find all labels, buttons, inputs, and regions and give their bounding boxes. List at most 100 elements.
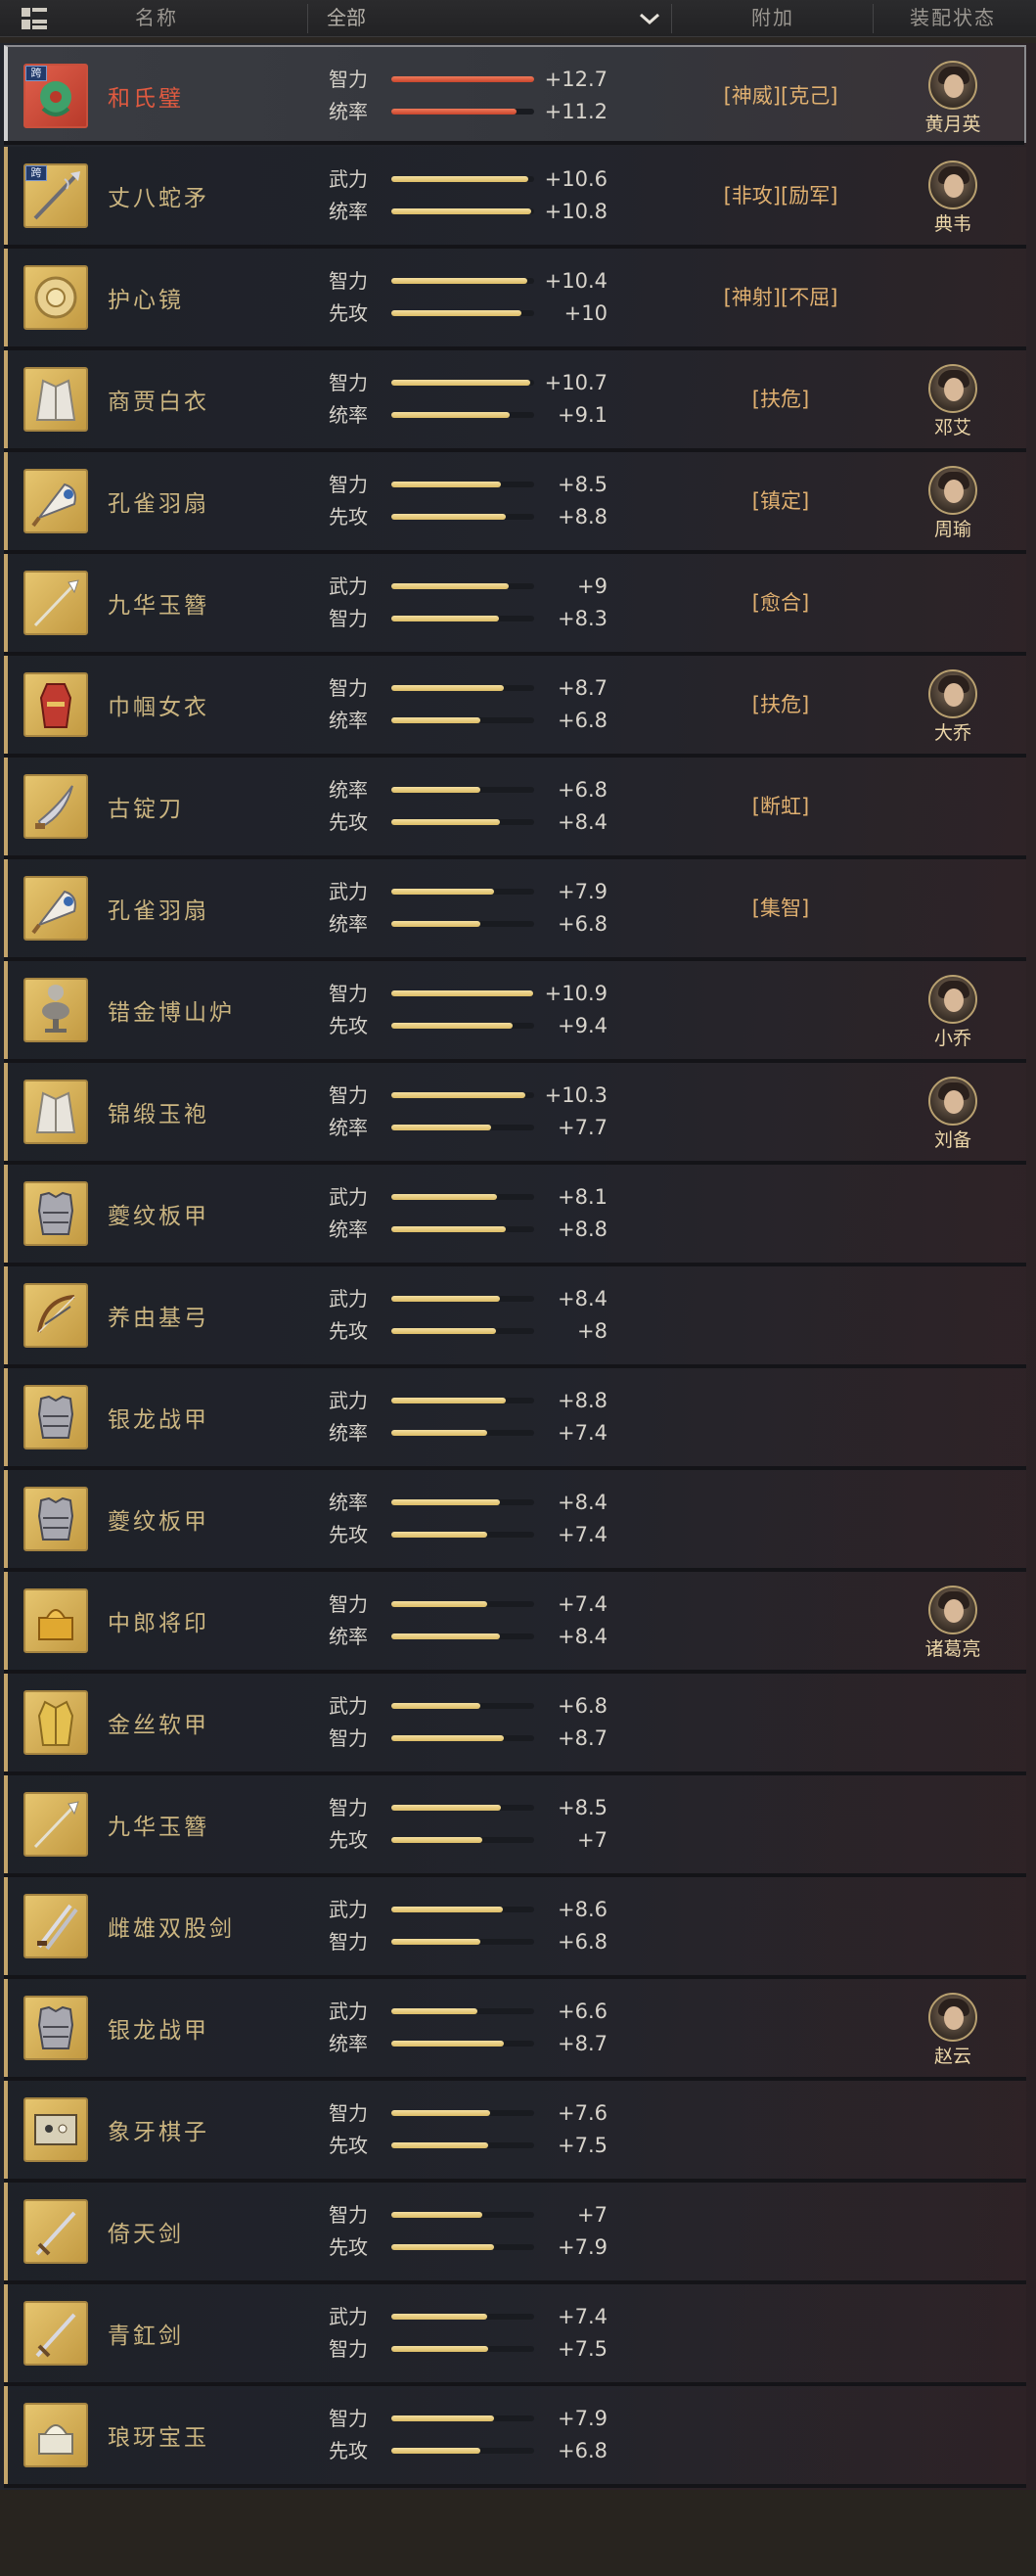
equipment-row[interactable]: 青釭剑 武力 +7.4 智力 +7.5 xyxy=(4,2284,1026,2386)
stat-bar xyxy=(391,1226,534,1232)
equipment-row[interactable]: 九华玉簪 武力 +9 智力 +8.3 [愈合] xyxy=(4,554,1026,656)
equipment-row[interactable]: 银龙战甲 武力 +6.6 统率 +8.7 赵云 xyxy=(4,1979,1026,2081)
hero-avatar[interactable] xyxy=(928,1993,977,2042)
column-header-extra[interactable]: 附加 xyxy=(675,0,871,37)
stat-line: 统率 +7.4 xyxy=(329,1418,608,1448)
stat-label: 智力 xyxy=(329,982,368,1005)
stat-bar-fill xyxy=(391,1092,525,1098)
stat-line: 先攻 +8.8 xyxy=(329,502,608,531)
hero-avatar[interactable] xyxy=(928,669,977,718)
equipment-row[interactable]: 银龙战甲 武力 +8.8 统率 +7.4 xyxy=(4,1368,1026,1470)
armor-icon xyxy=(37,1395,74,1439)
column-header-status[interactable]: 装配状态 xyxy=(875,0,1031,37)
hero-avatar[interactable] xyxy=(928,975,977,1024)
equipment-row[interactable]: 跨和氏璧 智力 +12.7 统率 +11.2 [神威][克己] 黄月英 xyxy=(4,45,1026,145)
hero-avatar[interactable] xyxy=(928,466,977,515)
stat-line: 智力 +8.7 xyxy=(329,1724,608,1753)
equipment-row[interactable]: 孔雀羽扇 武力 +7.9 统率 +6.8 [集智] xyxy=(4,859,1026,961)
layout-toggle-icon[interactable] xyxy=(20,5,49,32)
equipment-row[interactable]: 九华玉簪 智力 +8.5 先攻 +7 xyxy=(4,1775,1026,1877)
item-name: 雌雄双股剑 xyxy=(108,1916,235,1942)
stat-label: 统率 xyxy=(329,1421,368,1445)
hero-avatar[interactable] xyxy=(928,1077,977,1126)
extra-skills[interactable]: [神射][不屈] xyxy=(683,249,878,346)
stat-bar xyxy=(391,176,534,182)
stat-value: +10.7 xyxy=(544,371,608,394)
equipment-row[interactable]: 养由基弓 武力 +8.4 先攻 +8 xyxy=(4,1266,1026,1368)
stat-value: +7.9 xyxy=(558,880,608,903)
equipment-row[interactable]: 象牙棋子 智力 +7.6 先攻 +7.5 xyxy=(4,2081,1026,2183)
stat-line: 统率 +6.8 xyxy=(329,706,608,735)
equipment-row[interactable]: 跨丈八蛇矛 武力 +10.6 统率 +10.8 [非攻][励军] 典韦 xyxy=(4,147,1026,249)
stat-bar xyxy=(391,685,534,691)
equipment-row[interactable]: 中郎将印 智力 +7.4 统率 +8.4 诸葛亮 xyxy=(4,1572,1026,1674)
extra-skills[interactable]: [镇定] xyxy=(683,452,878,550)
equipment-row[interactable]: 孔雀羽扇 智力 +8.5 先攻 +8.8 [镇定] 周瑜 xyxy=(4,452,1026,554)
extra-skills[interactable]: [断虹] xyxy=(683,758,878,855)
stat-label: 智力 xyxy=(329,269,368,293)
robe-icon xyxy=(35,1091,76,1133)
hero-avatar[interactable] xyxy=(928,1586,977,1634)
stat-label: 武力 xyxy=(329,2305,368,2328)
stat-bar-fill xyxy=(391,787,480,793)
equipment-row[interactable]: 琅玡宝玉 智力 +7.9 先攻 +6.8 xyxy=(4,2386,1026,2488)
equipped-hero-name: 诸葛亮 xyxy=(924,1638,981,1660)
item-name: 银龙战甲 xyxy=(108,2018,209,2044)
equipment-row[interactable]: 倚天剑 智力 +7 先攻 +7.9 xyxy=(4,2183,1026,2284)
item-icon xyxy=(23,1894,88,1958)
stat-bar-fill xyxy=(391,1296,500,1302)
item-name: 护心镜 xyxy=(108,288,184,313)
stat-value: +7.5 xyxy=(558,2134,608,2157)
stat-bar-fill xyxy=(391,1633,500,1639)
stat-value: +8.4 xyxy=(558,1287,608,1311)
hero-avatar[interactable] xyxy=(928,364,977,413)
equipment-row[interactable]: 锦缎玉袍 智力 +10.3 统率 +7.7 刘备 xyxy=(4,1063,1026,1165)
extra-skills[interactable]: [非攻][励军] xyxy=(683,147,878,245)
equipment-row[interactable]: 巾帼女衣 智力 +8.7 统率 +6.8 [扶危] 大乔 xyxy=(4,656,1026,758)
extra-skills[interactable]: [扶危] xyxy=(683,656,878,754)
stat-label: 先攻 xyxy=(329,505,368,529)
extra-skills[interactable]: [扶危] xyxy=(683,350,878,448)
censer-icon xyxy=(42,985,69,1033)
equipment-row[interactable]: 夔纹板甲 统率 +8.4 先攻 +7.4 xyxy=(4,1470,1026,1572)
stat-bar xyxy=(391,1601,534,1607)
equipment-row[interactable]: 古锭刀 统率 +6.8 先攻 +8.4 [断虹] xyxy=(4,758,1026,859)
item-name: 古锭刀 xyxy=(108,797,184,822)
stat-bar xyxy=(391,1499,534,1505)
stat-value: +6.8 xyxy=(558,778,608,802)
equipment-row[interactable]: 金丝软甲 武力 +6.8 智力 +8.7 xyxy=(4,1674,1026,1775)
stat-bar xyxy=(391,616,534,621)
equipment-row[interactable]: 雌雄双股剑 武力 +8.6 智力 +6.8 xyxy=(4,1877,1026,1979)
stat-bar-fill xyxy=(391,1703,480,1709)
stat-bar xyxy=(391,787,534,793)
fan-icon xyxy=(31,483,76,528)
stat-bar xyxy=(391,482,534,487)
stat-bar xyxy=(391,2142,534,2148)
extra-skills[interactable]: [集智] xyxy=(683,859,878,957)
hero-avatar[interactable] xyxy=(928,61,977,110)
stat-label: 统率 xyxy=(329,1218,368,1241)
stat-line: 智力 +10.3 xyxy=(329,1081,608,1110)
equipment-row[interactable]: 夔纹板甲 武力 +8.1 统率 +8.8 xyxy=(4,1165,1026,1266)
stat-bar-fill xyxy=(391,1532,487,1538)
column-header-name[interactable]: 名称 xyxy=(78,0,235,37)
extra-skills[interactable]: [愈合] xyxy=(683,554,878,652)
stat-label: 先攻 xyxy=(329,2235,368,2259)
stat-label: 统率 xyxy=(329,1116,368,1139)
hero-avatar[interactable] xyxy=(928,161,977,209)
stat-bar-fill xyxy=(391,1805,501,1811)
stat-line: 武力 +8.8 xyxy=(329,1386,608,1415)
stat-value: +8.8 xyxy=(558,505,608,529)
fan-icon xyxy=(31,890,76,935)
equipment-row[interactable]: 错金博山炉 智力 +10.9 先攻 +9.4 小乔 xyxy=(4,961,1026,1063)
stat-bar-fill xyxy=(391,990,533,996)
equipped-hero-name: 小乔 xyxy=(933,1028,971,1049)
attribute-filter-dropdown[interactable]: 全部 xyxy=(309,0,671,37)
stat-line: 武力 +10.6 xyxy=(329,164,608,194)
equipment-row[interactable]: 护心镜 智力 +10.4 先攻 +10 [神射][不屈] xyxy=(4,249,1026,350)
stat-label: 智力 xyxy=(329,473,368,496)
equipped-hero-name: 赵云 xyxy=(933,2046,971,2067)
extra-skills[interactable]: [神威][克己] xyxy=(683,47,878,145)
equipment-row[interactable]: 商贾白衣 智力 +10.7 统率 +9.1 [扶危] 邓艾 xyxy=(4,350,1026,452)
stat-line: 先攻 +10 xyxy=(329,299,608,328)
